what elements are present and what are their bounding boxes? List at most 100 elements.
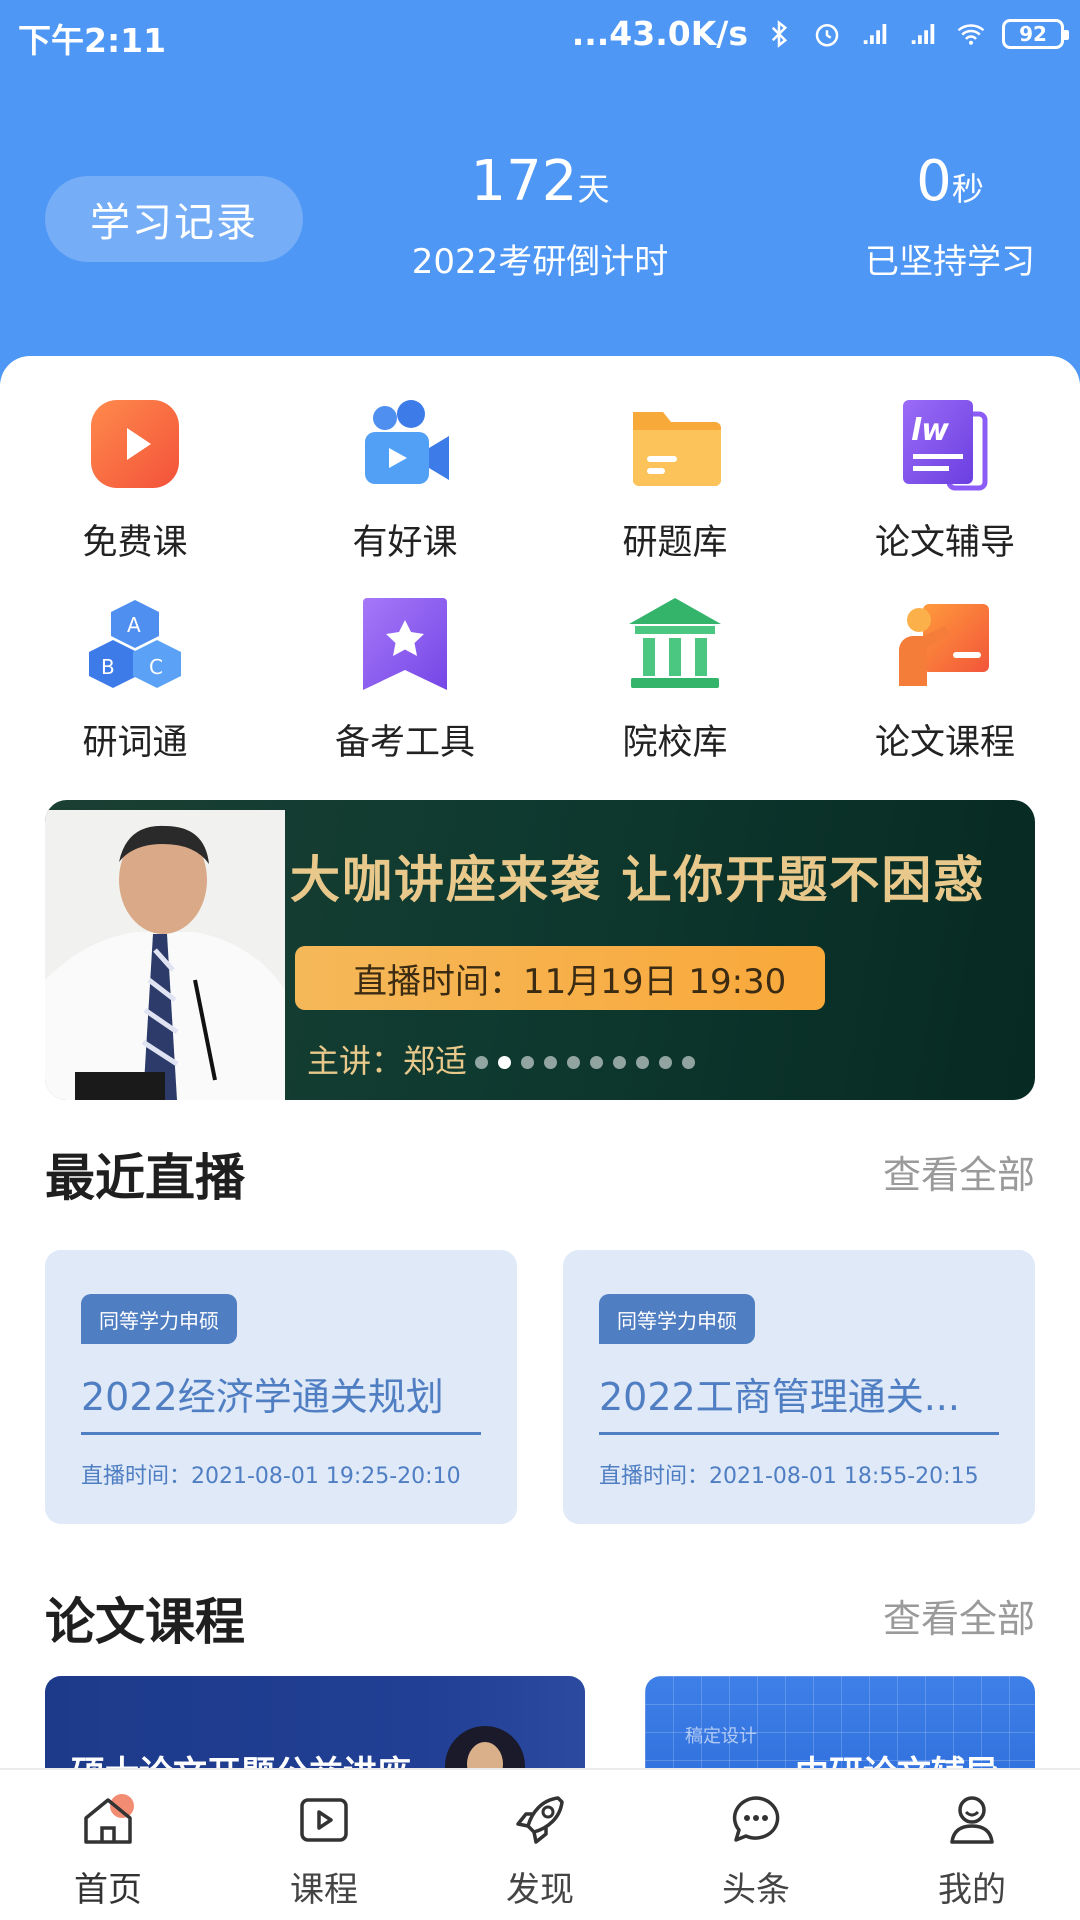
countdown-unit: 天: [577, 170, 610, 208]
grid-label: 免费课: [82, 523, 188, 563]
pagination-dot[interactable]: [613, 1056, 626, 1069]
pagination-dot[interactable]: [682, 1056, 695, 1069]
nav-item-home[interactable]: 首页: [38, 1792, 178, 1911]
study-value: 0: [916, 149, 952, 214]
nav-label: 课程: [290, 1870, 358, 1910]
course-title: 中研论文辅导: [795, 1746, 999, 1768]
grid-item-good-course[interactable]: 有好课: [305, 396, 505, 565]
course-card[interactable]: 稿定设计 中研论文辅导: [645, 1676, 1035, 1768]
nav-item-courses[interactable]: 课程: [254, 1792, 394, 1911]
course-title: 硕士论文开题公益讲座: [71, 1746, 411, 1768]
exam-countdown: 172天 2022考研倒计时: [390, 150, 690, 283]
course-subtitle: 稿定设计: [685, 1726, 757, 1747]
divider: [599, 1432, 999, 1435]
rocket-icon: [516, 1796, 564, 1844]
home-icon: [84, 1794, 134, 1844]
thesis-courses-see-all-link[interactable]: 查看全部: [883, 1588, 1035, 1643]
nav-item-profile[interactable]: 我的: [902, 1792, 1042, 1911]
recent-live-title: 最近直播: [45, 1149, 245, 1207]
status-icons: ...43.0K/s 92: [571, 14, 1069, 53]
nav-label: 我的: [938, 1870, 1006, 1910]
pagination-dot[interactable]: [521, 1056, 534, 1069]
grid-item-thesis-guidance[interactable]: lw 论文辅导: [845, 396, 1045, 565]
signal-icon: [863, 23, 887, 44]
header: 下午2:11 ...43.0K/s 92 学习记录 172天 2022考研倒计时…: [0, 0, 1080, 400]
svg-text:A: A: [127, 613, 141, 637]
svg-text:C: C: [149, 655, 163, 679]
live-time: 直播时间：2021-08-01 18:55-20:15: [599, 1464, 979, 1489]
status-time: 下午2:11: [18, 21, 167, 60]
grid-item-prep-tools[interactable]: 备考工具: [305, 596, 505, 765]
course-lecturer-photo: [445, 1726, 525, 1768]
nav-label: 发现: [506, 1870, 574, 1910]
bluetooth-icon: [771, 19, 788, 48]
video-camera-icon: [365, 400, 449, 484]
grid-label: 论文课程: [874, 723, 1015, 763]
recent-live-see-all-link[interactable]: 查看全部: [883, 1144, 1035, 1199]
grid-label: 研词通: [82, 723, 188, 763]
teacher-board-icon: [899, 604, 989, 686]
alarm-icon: [815, 23, 839, 46]
status-bar: 下午2:11 ...43.0K/s 92: [0, 0, 1080, 68]
grid-item-free-course[interactable]: 免费课: [35, 396, 235, 565]
pagination-dot[interactable]: [659, 1056, 672, 1069]
folder-icon: [633, 412, 721, 486]
thesis-courses-title: 论文课程: [45, 1593, 245, 1651]
live-tag: 同等学力申硕: [81, 1294, 237, 1344]
banner-speaker: 主讲：郑适: [307, 1042, 468, 1080]
study-record-button[interactable]: 学习记录: [45, 176, 303, 262]
banner-live-time: 直播时间：11月19日 19:30: [295, 946, 825, 1010]
live-card[interactable]: 同等学力申硕 2022工商管理通关... 直播时间：2021-08-01 18:…: [563, 1250, 1035, 1524]
abc-cubes-icon: A B C: [89, 600, 181, 688]
svg-text:B: B: [101, 655, 115, 679]
grid-item-thesis-course[interactable]: 论文课程: [845, 596, 1045, 765]
study-duration: 0秒 已坚持学习: [840, 150, 1060, 283]
pagination-dot[interactable]: [636, 1056, 649, 1069]
banner-title: 大咖讲座来袭 让你开题不困惑: [290, 850, 986, 909]
bottom-nav: 首页 课程 发现 头条 我的: [0, 1768, 1080, 1920]
grid-label: 院校库: [622, 723, 728, 763]
countdown-label: 2022考研倒计时: [411, 242, 669, 282]
network-speed: ...43.0K/s: [571, 14, 748, 53]
pagination-dot[interactable]: [544, 1056, 557, 1069]
institution-icon: [629, 598, 721, 688]
play-icon: [91, 400, 179, 488]
live-title: 2022经济学通关规划: [81, 1375, 444, 1419]
banner-pagination[interactable]: [475, 1056, 695, 1069]
user-icon: [950, 1796, 994, 1844]
signal-icon: [911, 23, 935, 44]
study-unit: 秒: [951, 170, 984, 208]
countdown-value-row: 172天: [390, 150, 690, 214]
live-tag: 同等学力申硕: [599, 1294, 755, 1344]
grid-label: 研题库: [622, 523, 728, 563]
pagination-dot[interactable]: [567, 1056, 580, 1069]
live-card[interactable]: 同等学力申硕 2022经济学通关规划 直播时间：2021-08-01 19:25…: [45, 1250, 517, 1524]
live-title: 2022工商管理通关...: [599, 1375, 960, 1419]
course-play-icon: [300, 1798, 348, 1842]
study-value-row: 0秒: [840, 150, 1060, 214]
divider: [81, 1432, 481, 1435]
grid-label: 有好课: [352, 523, 458, 563]
nav-label: 头条: [722, 1870, 790, 1910]
grid-item-question-bank[interactable]: 研题库: [575, 396, 775, 565]
nav-label: 首页: [74, 1870, 142, 1910]
pagination-dot[interactable]: [590, 1056, 603, 1069]
star-bookmark-icon: [363, 598, 447, 690]
countdown-value: 172: [470, 149, 578, 214]
grid-item-vocabulary[interactable]: A B C 研词通: [35, 596, 235, 765]
nav-item-headlines[interactable]: 头条: [686, 1792, 826, 1911]
study-label: 已坚持学习: [865, 242, 1035, 282]
main-content: 免费课 有好课 研题库 lw 论文辅导 A B C 研词通 备考工具 院校库 论…: [0, 356, 1080, 1768]
live-time: 直播时间：2021-08-01 19:25-20:10: [81, 1464, 461, 1489]
chat-bubble-icon: [732, 1796, 780, 1842]
grid-label: 论文辅导: [874, 523, 1015, 563]
grid-item-institutions[interactable]: 院校库: [575, 596, 775, 765]
pagination-dot[interactable]: [498, 1056, 511, 1069]
promo-banner[interactable]: 大咖讲座来袭 让你开题不困惑 直播时间：11月19日 19:30 主讲：郑适: [45, 800, 1035, 1100]
pagination-dot[interactable]: [475, 1056, 488, 1069]
wifi-icon: [957, 23, 985, 45]
lw-document-icon: lw: [903, 400, 988, 491]
course-card[interactable]: 硕士论文开题公益讲座: [45, 1676, 585, 1768]
nav-item-discover[interactable]: 发现: [470, 1792, 610, 1911]
grid-label: 备考工具: [334, 723, 475, 763]
